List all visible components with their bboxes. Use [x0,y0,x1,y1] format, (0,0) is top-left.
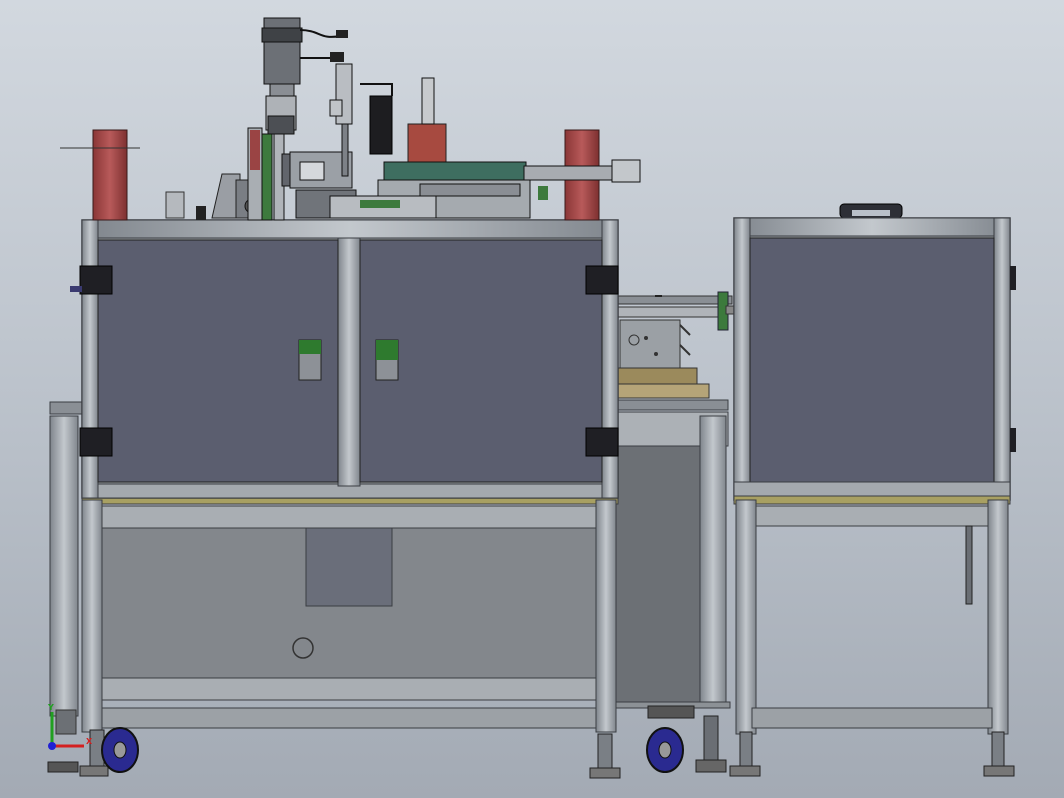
fixture-module [616,291,735,399]
main-cabinet [70,219,619,499]
main-lower-frame [81,495,619,733]
servo-motor [261,17,348,97]
triad-y-label: Y [47,703,54,712]
middle-table [599,399,731,709]
machine-model: Y X [47,17,1016,779]
side-cabinet [729,203,1016,777]
caster-wheel [79,727,139,777]
cad-viewport[interactable]: Y X [0,0,1064,798]
conveyor-module [329,161,531,219]
top-mechanism [60,17,641,221]
triad-x-label: X [86,737,93,746]
